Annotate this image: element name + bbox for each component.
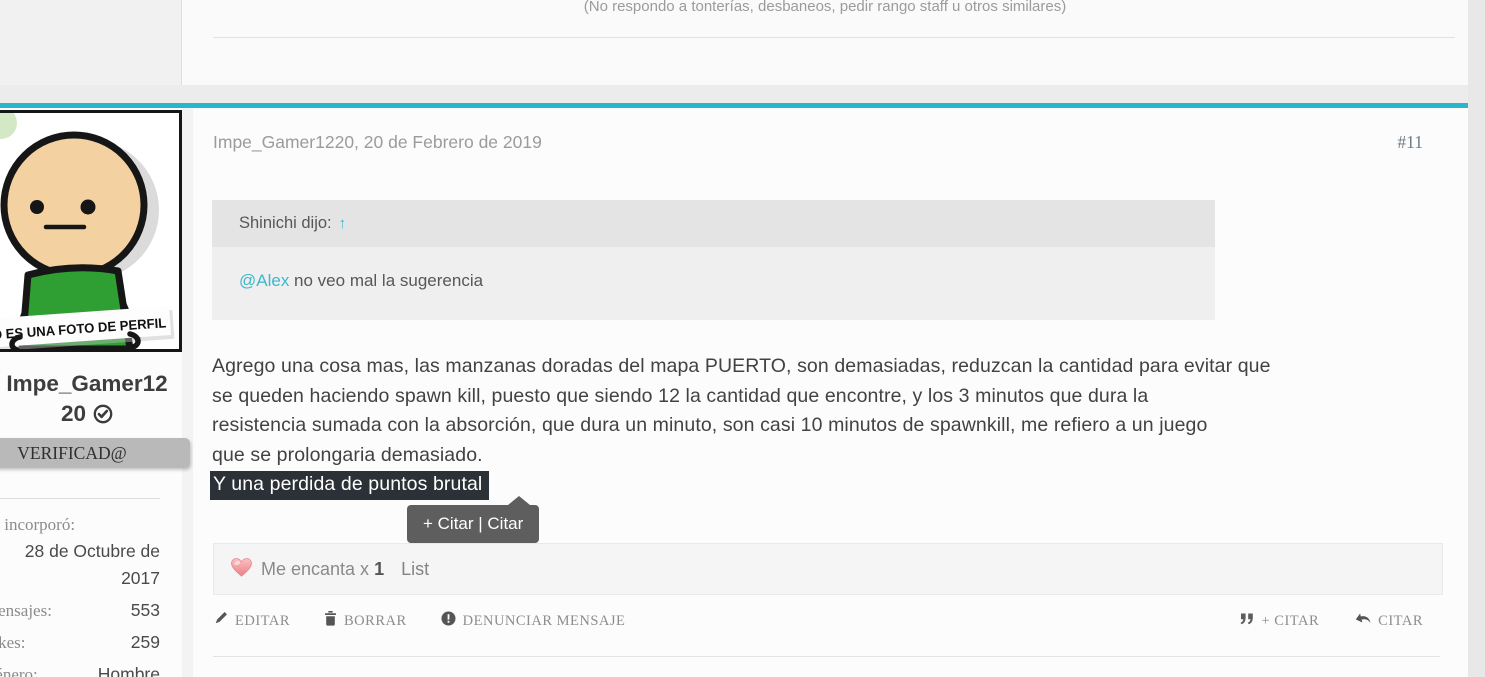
- stat-label: Género:: [0, 662, 38, 677]
- stat-row-likes: Likes: 259: [0, 629, 160, 656]
- heart-icon: [230, 557, 253, 583]
- multiquote-label: + CITAR: [1262, 613, 1320, 630]
- stat-value: 28 de Octubre de 2017: [0, 538, 160, 592]
- quote-block: Shinichi dijo: ↑ @Alex no veo mal la sug…: [212, 200, 1215, 320]
- quote-attribution: Shinichi dijo: ↑: [212, 200, 1215, 247]
- previous-post-note: (No respondo a tonterías, desbaneos, ped…: [182, 0, 1468, 15]
- quote-content: @Alex no veo mal la sugerencia: [212, 247, 1215, 320]
- username-line2-wrap: 20: [0, 399, 190, 432]
- quote-jump-arrow[interactable]: ↑: [339, 215, 347, 232]
- selected-text: Y una perdida de puntos brutal: [210, 471, 489, 500]
- stat-value: 553: [131, 597, 160, 623]
- verified-icon: [93, 402, 113, 432]
- user-stats: Se incorporó: 28 de Octubre de 2017 Mens…: [0, 512, 160, 677]
- previous-post-sidebar: [0, 0, 182, 85]
- verified-badge: VERIFICAD@: [0, 438, 190, 468]
- user-avatar[interactable]: ESTO ES UNA FOTO DE PERFIL: [0, 110, 182, 352]
- post-body-line: se queden haciendo spawn kill, puesto qu…: [212, 382, 1457, 412]
- post-body-line: Agrego una cosa mas, las manzanas dorada…: [212, 352, 1457, 382]
- quote-text: no veo mal la sugerencia: [289, 271, 483, 290]
- post-author-date[interactable]: Impe_Gamer1220, 20 de Febrero de 2019: [213, 132, 542, 153]
- post-gap: [0, 85, 1468, 103]
- delete-label: BORRAR: [344, 613, 407, 630]
- divider: [0, 498, 160, 499]
- stat-row-joined: Se incorporó: 28 de Octubre de 2017: [0, 512, 160, 592]
- delete-button[interactable]: BORRAR: [324, 611, 407, 631]
- report-icon: [441, 611, 456, 631]
- username-line2: 20: [61, 401, 86, 426]
- pencil-icon: [213, 611, 228, 631]
- post-message: Agrego una cosa mas, las manzanas dorada…: [212, 352, 1457, 500]
- previous-post-body: (No respondo a tonterías, desbaneos, ped…: [182, 0, 1468, 85]
- report-label: DENUNCIAR MENSAJE: [463, 613, 626, 630]
- reply-button[interactable]: CITAR: [1355, 612, 1423, 631]
- reaction-summary[interactable]: Me encanta x: [261, 559, 369, 580]
- stat-row-gender: Género: Hombre: [0, 661, 160, 677]
- post-container: ESTO ES UNA FOTO DE PERFIL Impe_Gamer12 …: [0, 108, 1468, 677]
- divider: [213, 656, 1440, 657]
- stat-label: Mensajes:: [0, 598, 52, 624]
- post-actions-left: EDITAR BORRAR DENUNCIAR MENSAJE: [213, 609, 625, 633]
- stat-value: 259: [131, 629, 160, 655]
- reply-icon: [1355, 612, 1371, 631]
- reply-label: CITAR: [1378, 613, 1423, 630]
- report-button[interactable]: DENUNCIAR MENSAJE: [441, 611, 626, 631]
- sidebar-username[interactable]: Impe_Gamer12 20: [0, 369, 190, 432]
- reaction-list-link[interactable]: List: [401, 559, 429, 580]
- stat-value: Hombre: [98, 661, 160, 677]
- quote-selection-tooltip[interactable]: + Citar | Citar: [407, 505, 539, 543]
- username-line1: Impe_Gamer12: [0, 369, 190, 399]
- post-actions-right: + CITAR CITAR: [1239, 609, 1424, 633]
- page-background-strip: [1468, 0, 1485, 677]
- avatar-cartoon: ESTO ES UNA FOTO DE PERFIL: [0, 113, 179, 349]
- mention-link[interactable]: @Alex: [239, 271, 289, 290]
- stat-row-messages: Mensajes: 553: [0, 597, 160, 624]
- reaction-count[interactable]: 1: [374, 559, 384, 580]
- divider: [213, 37, 1455, 38]
- multiquote-button[interactable]: + CITAR: [1239, 612, 1320, 630]
- reactions-bar: Me encanta x 1 List: [213, 543, 1443, 595]
- quote-icon: [1239, 612, 1255, 630]
- forum-page: (No respondo a tonterías, desbaneos, ped…: [0, 0, 1485, 677]
- stat-label: Se incorporó:: [0, 512, 160, 538]
- post-body-line: resistencia sumada con la absorción, que…: [212, 411, 1457, 441]
- post-body-line: que se prolongaria demasiado.: [212, 441, 1457, 471]
- quote-attribution-text: Shinichi dijo:: [239, 214, 332, 233]
- edit-button[interactable]: EDITAR: [213, 611, 290, 631]
- edit-label: EDITAR: [235, 613, 290, 630]
- trash-icon: [324, 611, 337, 631]
- post-number-link[interactable]: #11: [1397, 132, 1423, 153]
- stat-label: Likes:: [0, 630, 26, 656]
